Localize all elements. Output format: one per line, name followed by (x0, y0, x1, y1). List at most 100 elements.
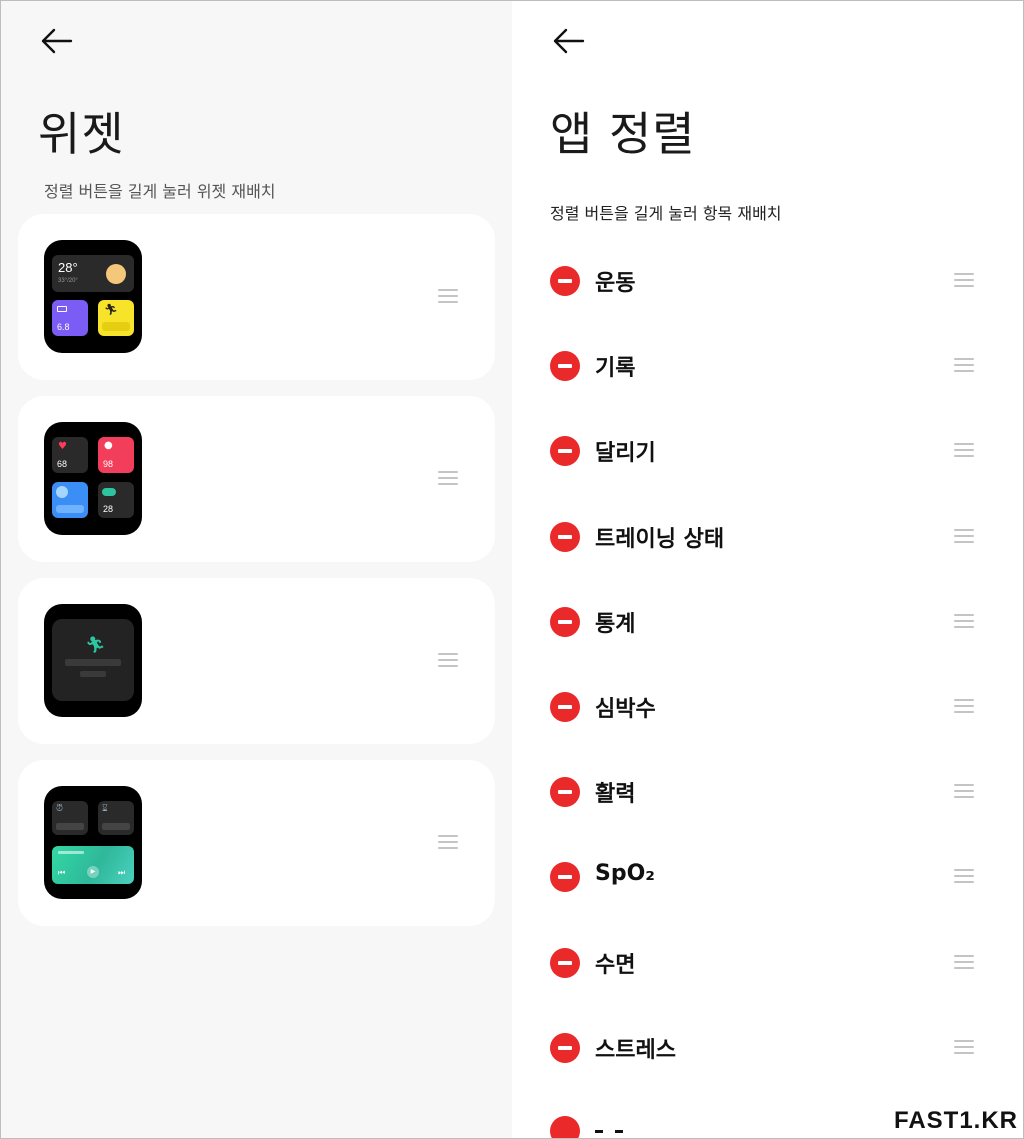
widget-panel: 위젯 정렬 버튼을 길게 눌러 위젯 재배치 28° 33°/20° 6.8 🏃… (0, 0, 512, 1139)
app-label: 수면 (595, 952, 636, 978)
back-arrow-icon[interactable] (40, 26, 76, 56)
blood-oxygen-value: 98 (103, 459, 114, 469)
minus-circle-icon[interactable] (550, 266, 580, 296)
alarm-tile: ⏰︎ (52, 801, 88, 835)
running-progress (102, 322, 130, 331)
play-icon: ▶︎ (87, 866, 99, 878)
sleep-tile: 6.8 (52, 300, 88, 336)
reorder-hint: 정렬 버튼을 길게 눌러 항목 재배치 (550, 204, 782, 223)
drag-handle-icon[interactable] (954, 528, 974, 545)
temperature-value: 28° (58, 260, 78, 275)
app-row[interactable]: SpO₂ (512, 847, 1024, 907)
app-label: 트레이닝 상태 (595, 526, 725, 552)
drag-handle-icon[interactable] (954, 954, 974, 971)
app-row[interactable]: 달리기 (512, 421, 1024, 481)
app-label: 운동 (595, 271, 636, 296)
widget-preview: 🏃︎ (44, 604, 142, 717)
heart-rate-tile: ♥ 68 (52, 437, 88, 473)
next-icon: ⏭︎ (118, 868, 126, 877)
widget-preview: 28° 33°/20° 6.8 🏃︎ (44, 240, 142, 353)
drag-handle-icon[interactable] (954, 443, 974, 459)
app-label: 기록 (595, 356, 636, 382)
sun-icon (106, 264, 126, 284)
app-label: 심박수 (595, 697, 656, 722)
drag-handle-icon[interactable] (954, 1039, 974, 1056)
app-row[interactable]: 트레이닝 상태 (512, 507, 1024, 567)
app-sort-panel: 앱 정렬 정렬 버튼을 길게 눌러 항목 재배치 운동기록달리기트레이닝 상태통… (512, 0, 1024, 1139)
placeholder-line (65, 659, 121, 666)
app-row[interactable]: 수면 (512, 933, 1024, 993)
minus-circle-icon[interactable] (550, 692, 580, 722)
bed-icon (57, 306, 67, 312)
heart-icon: ♥ (58, 441, 67, 452)
app-row[interactable]: 통계 (512, 592, 1024, 652)
page-title: 앱 정렬 (550, 107, 696, 161)
drag-handle-icon[interactable] (954, 699, 974, 715)
sleep-value: 6.8 (57, 322, 70, 332)
placeholder-line (80, 671, 106, 677)
app-row[interactable]: 기록 (512, 336, 1024, 396)
drag-handle-icon[interactable] (954, 784, 974, 800)
running-tile: 🏃︎ (98, 300, 134, 336)
placeholder-line (102, 823, 130, 830)
music-player-tile: ⏮︎ ▶︎ ⏭︎ (52, 846, 134, 884)
activity-tile (52, 482, 88, 518)
workout-figure-icon: 🏃︎ (85, 635, 106, 654)
page-title: 위젯 (38, 107, 125, 161)
workout-tile: 🏃︎ (52, 619, 134, 701)
alarm-clock-icon: ⏰︎ (56, 804, 64, 814)
watermark: FAST1.KR (893, 1107, 1018, 1134)
widget-card-weather-sleep[interactable]: 28° 33°/20° 6.8 🏃︎ (18, 214, 495, 380)
drag-handle-icon[interactable] (438, 471, 458, 487)
runner-icon: 🏃︎ (104, 303, 118, 316)
widget-card-alarm-music[interactable]: ⏰︎ ⌛︎ ⏮︎ ▶︎ ⏭︎ (18, 760, 495, 926)
app-label: SpO₂ (595, 861, 655, 887)
toggle-icon (102, 488, 116, 496)
heart-rate-value: 68 (57, 459, 68, 469)
app-row[interactable]: 스트레스 (512, 1018, 1024, 1078)
back-arrow-icon[interactable] (552, 26, 588, 56)
drag-handle-icon[interactable] (954, 869, 974, 885)
partial-row-label (595, 1118, 655, 1133)
minus-circle-icon[interactable] (550, 436, 580, 467)
drag-handle-icon[interactable] (438, 653, 458, 669)
minus-circle-icon[interactable] (550, 1032, 580, 1063)
drag-handle-icon[interactable] (438, 835, 458, 851)
hourglass-icon: ⌛︎ (102, 804, 108, 814)
app-row[interactable]: 활력 (512, 762, 1024, 822)
widget-preview: ⏰︎ ⌛︎ ⏮︎ ▶︎ ⏭︎ (44, 786, 142, 899)
minus-circle-icon[interactable] (550, 351, 580, 382)
minus-circle-icon[interactable] (550, 862, 580, 893)
minus-circle-icon[interactable] (550, 521, 580, 552)
circle-icon (56, 486, 68, 498)
track-title-line (58, 851, 84, 854)
drag-handle-icon[interactable] (954, 358, 974, 374)
reorder-hint: 정렬 버튼을 길게 눌러 위젯 재배치 (44, 182, 276, 201)
minus-circle-icon[interactable] (550, 1116, 580, 1139)
app-label: 달리기 (595, 441, 656, 467)
minus-circle-icon[interactable] (550, 606, 580, 637)
placeholder-line (56, 823, 84, 830)
drag-handle-icon[interactable] (438, 289, 458, 305)
previous-icon: ⏮︎ (58, 868, 66, 877)
minus-circle-icon[interactable] (550, 947, 580, 978)
activity-bar (56, 505, 84, 513)
app-label: 스트레스 (595, 1037, 676, 1063)
drag-handle-icon[interactable] (954, 273, 974, 289)
stress-value: 28 (103, 504, 114, 514)
temperature-range: 33°/20° (58, 278, 78, 284)
drop-icon: ● (104, 440, 113, 451)
app-label: 활력 (595, 782, 636, 808)
blood-oxygen-tile: ● 98 (98, 437, 134, 473)
widget-card-health-metrics[interactable]: ♥ 68 ● 98 28 (18, 396, 495, 562)
timer-tile: ⌛︎ (98, 801, 134, 835)
widget-card-workout[interactable]: 🏃︎ (18, 578, 495, 744)
widget-preview: ♥ 68 ● 98 28 (44, 422, 142, 535)
minus-circle-icon[interactable] (550, 777, 580, 808)
app-row[interactable]: 심박수 (512, 677, 1024, 737)
app-label: 통계 (595, 611, 636, 637)
stress-tile: 28 (98, 482, 134, 518)
drag-handle-icon[interactable] (954, 613, 974, 630)
weather-tile: 28° 33°/20° (52, 255, 134, 292)
app-row[interactable]: 운동 (512, 251, 1024, 311)
